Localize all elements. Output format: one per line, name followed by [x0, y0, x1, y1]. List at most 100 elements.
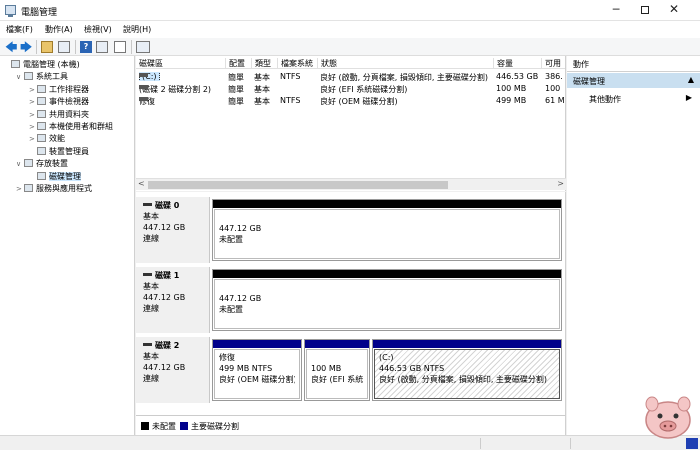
minimize-button[interactable]: ─ — [604, 0, 628, 21]
scrollbar-thumb[interactable] — [148, 181, 448, 189]
submenu-arrow-icon[interactable]: ▶ — [686, 93, 692, 102]
maximize-button[interactable] — [633, 0, 657, 21]
menu-help[interactable]: 說明(H) — [123, 24, 151, 35]
cell-fs: NTFS — [280, 72, 301, 81]
disk-state: 連線 — [143, 304, 159, 313]
cell-type: 基本 — [254, 97, 270, 106]
column-header-capacity[interactable]: 容量 — [494, 58, 542, 69]
partition-body: 修復 499 MB NTFS 良好 (OEM 磁碟分割) — [214, 349, 300, 399]
tree-item-label: 電腦管理 (本機) — [23, 60, 80, 69]
partition-block[interactable]: 100 MB 良好 (EFI 系統磁碟 — [304, 339, 370, 401]
column-header-free[interactable]: 可用 — [542, 58, 565, 69]
disk-info[interactable]: 磁碟 1 基本 447.12 GB 連線 — [136, 267, 210, 333]
actions-header: 動作 — [567, 56, 700, 72]
tree-item-label: 效能 — [49, 134, 65, 144]
disk-type: 基本 — [143, 212, 159, 221]
cell-free: 386. — [545, 72, 563, 81]
cell-status: 良好 (OEM 磁碟分割) — [320, 97, 398, 106]
help-icon[interactable]: ? — [80, 41, 92, 53]
collapse-chevron-icon[interactable]: > — [29, 133, 37, 145]
collapse-icon[interactable]: ▲ — [688, 75, 694, 84]
column-header-filesystem[interactable]: 檔案系統 — [278, 58, 318, 69]
table-row[interactable]: 修復 簡單 基本 NTFS 良好 (OEM 磁碟分割) 499 MB 61 M — [136, 95, 565, 107]
disk-info[interactable]: 磁碟 0 基本 447.12 GB 連線 — [136, 197, 210, 263]
partition-status: 未配置 — [219, 305, 243, 314]
more-actions-item[interactable]: 其他動作 — [589, 94, 621, 105]
column-header-status[interactable]: 狀態 — [318, 58, 494, 69]
back-arrow-icon[interactable]: 🡄 — [5, 41, 17, 53]
column-header-layout[interactable]: 配置 — [226, 58, 252, 69]
expand-chevron-icon[interactable]: ∨ — [16, 71, 24, 83]
tree-item[interactable]: > 共用資料夾 — [29, 109, 89, 121]
disk-icon — [143, 343, 152, 346]
tree-item[interactable]: > 服務與應用程式 — [16, 183, 92, 195]
menu-view[interactable]: 檢視(V) — [84, 24, 112, 35]
cell-fs: NTFS — [280, 96, 301, 105]
collapse-chevron-icon[interactable]: > — [16, 183, 24, 195]
partition-block[interactable]: 修復 499 MB NTFS 良好 (OEM 磁碟分割) — [212, 339, 302, 401]
partition-status: 未配置 — [219, 235, 243, 244]
navigation-tree: 電腦管理 (本機) ∨ 系統工具 > 工作排程器 > 事件檢視器 > 共用資料夾 > 本機使用者和群… — [0, 56, 135, 435]
tree-item[interactable]: ∨ 系統工具 — [16, 71, 68, 83]
expand-chevron-icon[interactable]: ∨ — [16, 158, 24, 170]
partition-type-bar — [213, 340, 301, 348]
table-row[interactable]: (磁碟 2 磁碟分割 2) 簡單 基本 良好 (EFI 系統磁碟分割) 100 MB 10… — [136, 83, 565, 95]
tree-item[interactable]: > 本機使用者和群組 — [29, 121, 113, 133]
tree-item[interactable]: 裝置管理員 — [29, 146, 89, 158]
disk-name: 磁碟 0 — [143, 200, 202, 211]
menu-file[interactable]: 檔案(F) — [6, 24, 33, 35]
cell-free: 61 M — [545, 96, 565, 105]
cell-layout: 簡單 — [228, 73, 244, 82]
tree-item[interactable]: ∨ 存放裝置 — [16, 158, 68, 170]
collapse-chevron-icon[interactable]: > — [29, 109, 37, 121]
collapse-chevron-icon[interactable]: > — [29, 121, 37, 133]
actions-group-disk-management[interactable]: 磁碟管理 ▲ — [567, 73, 700, 88]
volume-drive-icon — [139, 85, 148, 89]
column-header-type[interactable]: 類型 — [252, 58, 278, 69]
actions-group-label: 磁碟管理 — [573, 77, 605, 86]
console-icon[interactable] — [136, 41, 150, 53]
partition-block[interactable]: 447.12 GB 未配置 — [212, 199, 562, 261]
disk-panel: 磁碟 2 基本 447.12 GB 連線 修復 499 MB NTFS 良好 (OEM 磁碟… — [136, 337, 566, 403]
disk-info[interactable]: 磁碟 2 基本 447.12 GB 連線 — [136, 337, 210, 403]
partition-size: 447.12 GB — [219, 224, 262, 233]
menu-action[interactable]: 動作(A) — [45, 24, 73, 35]
volume-drive-icon — [139, 73, 148, 77]
partition-type-bar — [373, 340, 561, 348]
properties-icon[interactable] — [96, 41, 108, 53]
partition-block[interactable]: 447.12 GB 未配置 — [212, 269, 562, 331]
cell-capacity: 100 MB — [496, 84, 527, 93]
scroll-left-icon[interactable]: < — [138, 179, 145, 188]
horizontal-scrollbar[interactable]: < > — [136, 178, 566, 190]
disk-state: 連線 — [143, 374, 159, 383]
scroll-right-icon[interactable]: > — [557, 179, 564, 188]
partition-size: 100 MB — [311, 364, 342, 373]
partition-block[interactable]: (C:) 446.53 GB NTFS 良好 (啟動, 分頁檔案, 損毀傾印, 主要… — [372, 339, 562, 401]
tree-node-icon — [37, 171, 46, 180]
disk-size: 447.12 GB — [143, 363, 186, 372]
partition-status: 良好 (啟動, 分頁檔案, 損毀傾印, 主要磁碟分割) — [379, 375, 548, 384]
window-title: 電腦管理 — [21, 8, 58, 18]
close-button[interactable]: ✕ — [662, 0, 686, 21]
tree-item-label: 磁碟管理 — [49, 171, 81, 181]
tree-item-label: 事件檢視器 — [49, 97, 89, 107]
show-hide-tree-icon[interactable] — [58, 41, 70, 53]
tree-item[interactable]: > 效能 — [29, 133, 65, 145]
settings-icon[interactable] — [114, 41, 126, 53]
forward-arrow-icon[interactable]: 🡆 — [20, 41, 32, 53]
cell-layout: 簡單 — [228, 85, 244, 94]
collapse-chevron-icon[interactable]: > — [29, 84, 37, 96]
table-row[interactable]: (C:) 簡單 基本 NTFS 良好 (啟動, 分頁檔案, 損毀傾印, 主要磁碟分割) 4… — [136, 71, 565, 83]
mascot-watermark-logo — [645, 396, 691, 439]
toolbar: 🡄 🡆 ? — [0, 38, 700, 56]
column-header-volume[interactable]: 磁碟區 — [136, 58, 226, 69]
disk-name: 磁碟 2 — [143, 340, 202, 351]
up-folder-icon[interactable] — [41, 41, 53, 53]
tree-item[interactable]: 電腦管理 (本機) — [3, 59, 80, 71]
collapse-chevron-icon[interactable]: > — [29, 96, 37, 108]
actions-pane: 動作 磁碟管理 ▲ 其他動作 ▶ — [567, 56, 700, 435]
disk-icon — [143, 203, 152, 206]
tree-item[interactable]: 磁碟管理 — [29, 171, 81, 183]
tree-item[interactable]: > 工作排程器 — [29, 84, 89, 96]
tree-item[interactable]: > 事件檢視器 — [29, 96, 89, 108]
